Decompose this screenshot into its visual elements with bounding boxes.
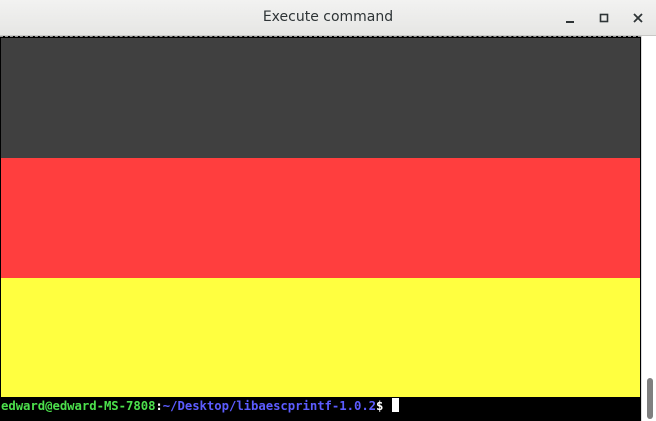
flag-stripe-dark [1, 38, 640, 158]
terminal-window: Execute command edward@edward-MS-7808:~/… [0, 0, 656, 421]
shell-prompt: edward@edward-MS-7808:~/Desktop/libaescp… [1, 398, 400, 415]
prompt-path: ~/Desktop/libaescprintf-1.0.2 [162, 399, 377, 413]
flag-stripe-red [1, 158, 640, 278]
scrollbar-thumb[interactable] [647, 378, 653, 419]
title-bar[interactable]: Execute command [0, 0, 656, 36]
vertical-scrollbar[interactable] [641, 36, 656, 421]
maximize-icon [599, 13, 609, 23]
prompt-separator: : [155, 399, 163, 413]
text-cursor [392, 398, 400, 412]
close-button[interactable] [626, 6, 650, 30]
flag-stripe-yellow [1, 278, 640, 397]
terminal-output[interactable]: edward@edward-MS-7808:~/Desktop/libaescp… [0, 36, 641, 421]
minimize-button[interactable] [558, 6, 582, 30]
minimize-icon [566, 21, 574, 23]
prompt-user-host: edward@edward-MS-7808 [1, 399, 156, 413]
maximize-button[interactable] [592, 6, 616, 30]
prompt-symbol: $ [376, 399, 384, 413]
close-icon [633, 13, 643, 23]
